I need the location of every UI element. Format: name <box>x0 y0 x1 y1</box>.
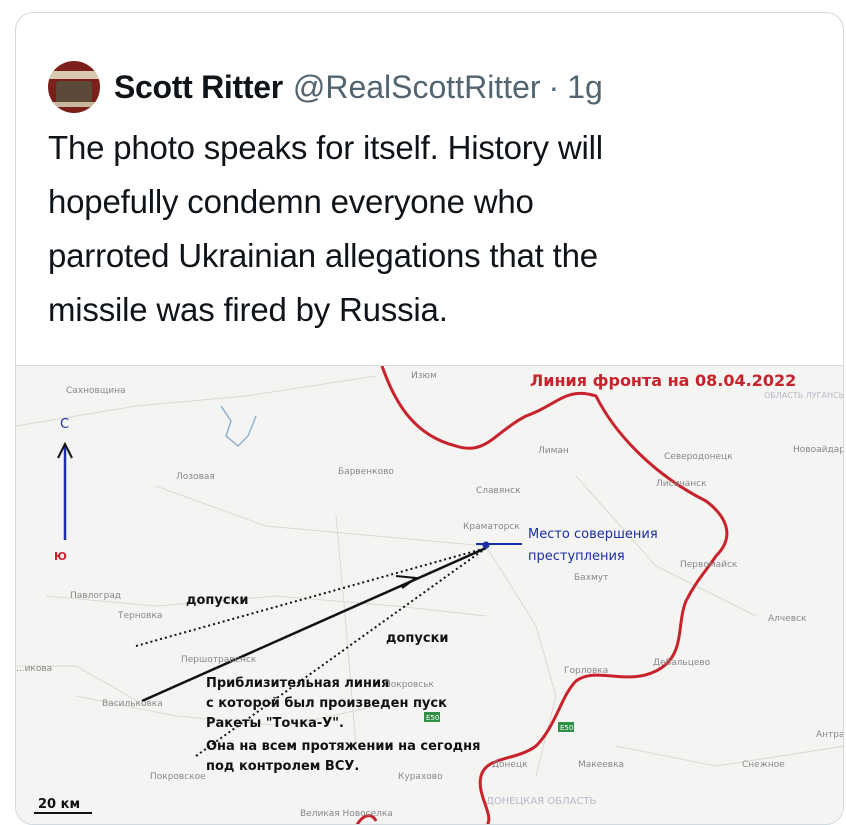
tweet-card[interactable]: Scott Ritter @RealScottRitter · 1g The p… <box>15 12 844 825</box>
avatar[interactable] <box>48 61 100 113</box>
tweet-media-map[interactable]: С Ю Линия фронта на 08.04.2022 Место сов… <box>16 365 844 824</box>
road-e50-a: E50 <box>426 714 439 722</box>
note-line: под контролем ВСУ. <box>206 759 359 774</box>
crime-label-2: преступления <box>528 549 625 564</box>
tweet-text-line: The photo speaks for itself. History wil… <box>48 129 603 166</box>
note-line: Приблизительная линия <box>206 676 389 691</box>
tweet-text-line: hopefully condemn everyone who <box>48 183 534 220</box>
dopuski-label-2: допуски <box>386 631 449 646</box>
town-label: Краматорск <box>463 522 520 532</box>
map-title: Линия фронта на 08.04.2022 <box>530 371 796 390</box>
map-scale: 20 км <box>38 797 80 812</box>
region-label-lugansk: ОБЛАСТЬ ЛУГАНСЬКА ОБЛАСТЬ <box>764 391 844 400</box>
town-label: Горловка <box>564 666 608 676</box>
town-label: Северодонецк <box>664 452 733 462</box>
road-e50-b: E50 <box>560 724 573 732</box>
town-label: Бахмут <box>574 573 608 583</box>
town-label: Лисичанск <box>656 479 707 489</box>
tweet-time[interactable]: 1g <box>567 69 603 106</box>
compass-north: С <box>60 417 69 432</box>
town-label: Макеевка <box>578 760 624 770</box>
town-label: Антрацит <box>816 730 844 740</box>
region-label-donetsk: ДОНЕЦКАЯ ОБЛАСТЬ <box>486 796 597 807</box>
note-line: с которой был произведен пуск <box>206 696 447 711</box>
town-label: Алчевск <box>768 614 807 624</box>
town-label: Новоайдар <box>793 445 844 455</box>
tweet-text: The photo speaks for itself. History wil… <box>48 121 808 337</box>
tweet-text-line: parroted Ukrainian allegations that the <box>48 237 598 274</box>
town-label: Покровское <box>150 772 206 782</box>
town-label: Курахово <box>398 772 443 782</box>
town-label: Донецк <box>492 760 528 770</box>
author-handle[interactable]: @RealScottRitter <box>293 69 541 106</box>
compass-south: Ю <box>54 550 67 563</box>
note-line: Она на всем протяжении на сегодня <box>206 739 480 754</box>
town-label: Славянск <box>476 486 521 496</box>
town-label: Покровськ <box>384 680 434 690</box>
tweet-text-line: missile was fired by Russia. <box>48 291 448 328</box>
crime-label-1: Место совершения <box>528 527 658 542</box>
town-label: Великая Новоселка <box>300 809 393 819</box>
town-label: Лозовая <box>176 472 215 482</box>
town-label: Изюм <box>411 371 437 381</box>
town-label: Лиман <box>538 446 569 456</box>
town-label: Павлоград <box>70 591 121 601</box>
town-label: Терновка <box>117 611 162 621</box>
author-name[interactable]: Scott Ritter <box>114 69 283 106</box>
town-label: Першотравенск <box>181 655 257 665</box>
separator-dot: · <box>548 68 560 105</box>
town-label: ...икова <box>16 664 52 674</box>
front-line-map: С Ю Линия фронта на 08.04.2022 Место сов… <box>16 366 844 824</box>
town-label: Снежное <box>742 760 785 770</box>
town-label: Барвенково <box>338 467 394 477</box>
town-label: Васильковка <box>102 699 163 709</box>
dopuski-label-1: допуски <box>186 593 249 608</box>
tweet-header: Scott Ritter @RealScottRitter · 1g <box>48 51 603 123</box>
town-label: Первомайск <box>680 560 738 570</box>
note-line: Ракеты "Точка-У". <box>206 716 344 731</box>
town-label: Сахновщина <box>66 386 126 396</box>
town-label: Дебальцево <box>653 658 711 668</box>
